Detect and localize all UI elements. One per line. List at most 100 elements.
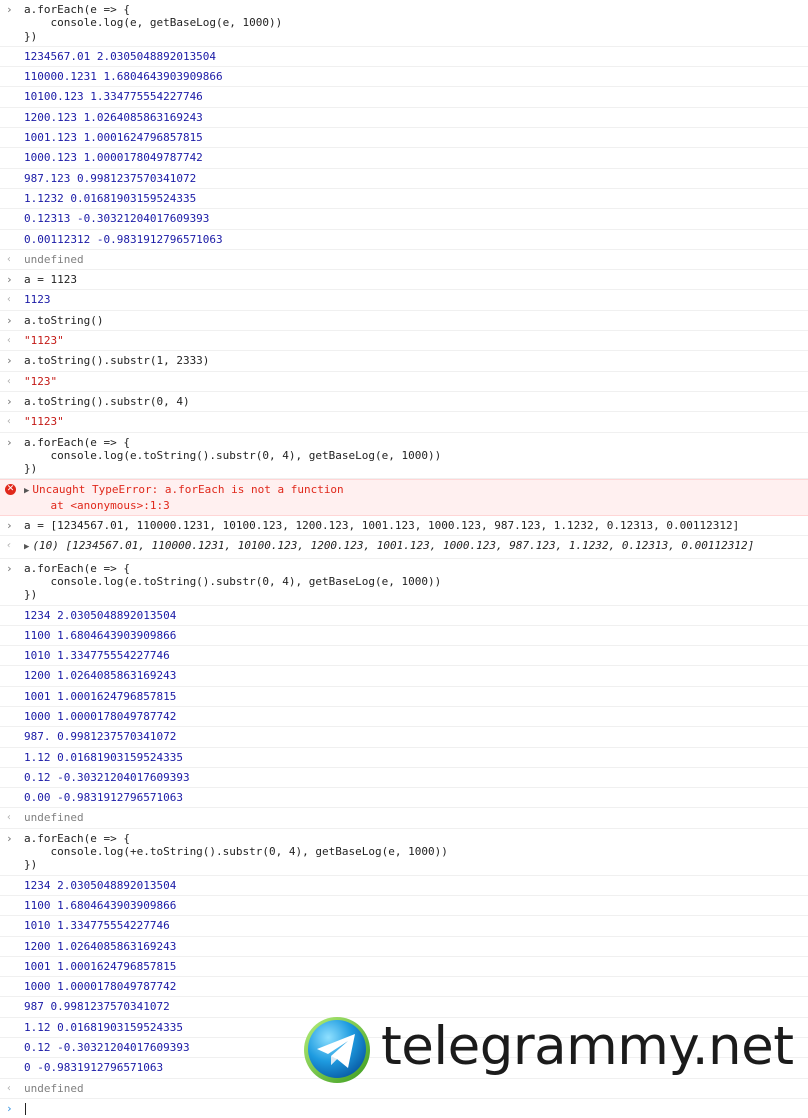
log-text: 1234 2.0305048892013504 — [24, 878, 177, 892]
result-text: "1123" — [24, 334, 64, 348]
log-line: 1.1232 0.01681903159524335 — [0, 189, 808, 210]
log-line: 1000 1.0000178049787742 — [0, 977, 808, 998]
input-code: a.forEach(e => { console.log(e, getBaseL… — [24, 3, 283, 43]
input-code: a.forEach(e => { console.log(e.toString(… — [24, 561, 442, 602]
log-text: 1100 1.6804643903909866 — [24, 628, 177, 642]
log-line: 1001 1.0001624796857815 — [0, 687, 808, 707]
console-input[interactable]: › a.forEach(e => { console.log(e.toString… — [0, 433, 808, 480]
console-result: ‹ "1123" — [0, 412, 808, 433]
expand-triangle-icon[interactable]: ▶ — [24, 542, 29, 552]
log-line: 0.12 -0.30321204017609393 — [0, 768, 808, 789]
input-chevron-icon: › — [6, 435, 13, 449]
console-input[interactable]: › a.forEach(e => { console.log(+e.toStrin… — [0, 829, 808, 876]
console-input[interactable]: › a = 1123 — [0, 270, 808, 291]
log-line: 1000.123 1.0000178049787742 — [0, 148, 808, 169]
log-line: 1001 1.0001624796857815 — [0, 957, 808, 978]
log-line: 1.12 0.01681903159524335 — [0, 748, 808, 768]
log-line: 1200 1.0264085863169243 — [0, 937, 808, 957]
log-text: 10100.123 1.334775554227746 — [24, 90, 203, 104]
console-result[interactable]: ‹ ▶ (10) [1234567.01, 110000.1231, 10100.1… — [0, 536, 808, 559]
log-line: 110000.1231 1.6804643903909866 — [0, 67, 808, 88]
log-text: 987 0.9981237570341072 — [24, 1000, 170, 1014]
console-input[interactable]: › a.forEach(e => { console.log(e, getBase… — [0, 0, 808, 47]
console-panel: › a.forEach(e => { console.log(e, getBase… — [0, 0, 808, 1118]
log-text: 0.00 -0.9831912796571063 — [24, 791, 183, 805]
log-line: 1234 2.0305048892013504 — [0, 876, 808, 896]
result-arrow-icon: ‹ — [6, 294, 13, 306]
input-chevron-icon: › — [6, 519, 13, 533]
log-text: 1001.123 1.0001624796857815 — [24, 131, 203, 145]
log-line: 1100 1.6804643903909866 — [0, 626, 808, 647]
log-line: 0.00112312 -0.9831912796571063 — [0, 230, 808, 250]
log-line: 0.12 -0.30321204017609393 — [0, 1038, 808, 1059]
input-code: a = [1234567.01, 110000.1231, 10100.123,… — [24, 519, 740, 533]
input-chevron-icon: › — [6, 394, 13, 408]
console-result: ‹ "123" — [0, 372, 808, 392]
input-code: a.toString().substr(1, 2333) — [24, 354, 210, 368]
error-icon: ✕ — [5, 484, 16, 496]
log-text: 0 -0.9831912796571063 — [24, 1061, 164, 1075]
input-chevron-icon: › — [6, 354, 13, 368]
console-input[interactable]: › a.forEach(e => { console.log(e.toString… — [0, 559, 808, 606]
prompt-chevron-icon: › — [6, 1101, 13, 1115]
log-text: 0.12 -0.30321204017609393 — [24, 770, 190, 784]
log-text: 1.12 0.01681903159524335 — [24, 750, 183, 764]
log-line: 1100 1.6804643903909866 — [0, 896, 808, 917]
result-text: "1123" — [24, 415, 64, 429]
log-line: 1000 1.0000178049787742 — [0, 707, 808, 728]
input-code: a.toString() — [24, 313, 104, 327]
console-input[interactable]: › a.toString() — [0, 311, 808, 332]
expand-triangle-icon[interactable]: ▶ — [24, 486, 29, 496]
console-result: ‹ undefined — [0, 808, 808, 829]
input-chevron-icon: › — [6, 273, 13, 287]
log-line: 987. 0.9981237570341072 — [0, 727, 808, 748]
console-input[interactable]: › a.toString().substr(0, 4) — [0, 392, 808, 413]
result-arrow-icon: ‹ — [6, 253, 13, 265]
log-line: 0.00 -0.9831912796571063 — [0, 788, 808, 809]
input-chevron-icon: › — [6, 561, 13, 575]
log-text: 1010 1.334775554227746 — [24, 649, 170, 663]
result-arrow-icon: ‹ — [6, 335, 13, 347]
result-text: "123" — [24, 374, 58, 388]
result-arrow-icon: ‹ — [6, 1082, 13, 1094]
log-text: 1000 1.0000178049787742 — [24, 709, 177, 723]
console-error[interactable]: ✕ ▶ Uncaught TypeError: a.forEach is not a… — [0, 479, 808, 517]
result-array: (10) [1234567.01, 110000.1231, 10100.123… — [32, 539, 755, 553]
log-text: 1234 2.0305048892013504 — [24, 608, 177, 622]
log-text: 1234567.01 2.0305048892013504 — [24, 49, 217, 63]
input-code: a.forEach(e => { console.log(+e.toString… — [24, 831, 448, 872]
log-line: 987 0.9981237570341072 — [0, 997, 808, 1018]
log-text: 1.12 0.01681903159524335 — [24, 1020, 183, 1034]
result-text: 1123 — [24, 293, 51, 307]
log-line: 987.123 0.9981237570341072 — [0, 169, 808, 189]
log-line: 1234 2.0305048892013504 — [0, 606, 808, 626]
result-arrow-icon: ‹ — [6, 812, 13, 824]
log-text: 1.1232 0.01681903159524335 — [24, 191, 197, 205]
log-line: 0.12313 -0.30321204017609393 — [0, 209, 808, 230]
log-text: 1100 1.6804643903909866 — [24, 898, 177, 912]
log-text: 110000.1231 1.6804643903909866 — [24, 70, 223, 84]
result-text: undefined — [24, 252, 84, 266]
console-result: ‹ 1123 — [0, 290, 808, 311]
log-line: 1.12 0.01681903159524335 — [0, 1018, 808, 1039]
log-line: 1200.123 1.0264085863169243 — [0, 108, 808, 129]
log-text: 0.00112312 -0.9831912796571063 — [24, 232, 223, 246]
log-text: 1200 1.0264085863169243 — [24, 939, 177, 953]
log-text: 0.12 -0.30321204017609393 — [24, 1041, 190, 1055]
log-line: 1001.123 1.0001624796857815 — [0, 128, 808, 149]
log-text: 1200.123 1.0264085863169243 — [24, 110, 203, 124]
result-text: undefined — [24, 1081, 84, 1095]
log-line: 1200 1.0264085863169243 — [0, 666, 808, 687]
log-text: 1001 1.0001624796857815 — [24, 959, 177, 973]
console-input[interactable]: › a.toString().substr(1, 2333) — [0, 351, 808, 372]
console-result: ‹ undefined — [0, 1079, 808, 1099]
error-text: Uncaught TypeError: a.forEach is not a f… — [32, 483, 344, 512]
input-chevron-icon: › — [6, 3, 13, 16]
log-text: 0.12313 -0.30321204017609393 — [24, 212, 210, 226]
log-text: 1000 1.0000178049787742 — [24, 980, 177, 994]
console-input[interactable]: › a = [1234567.01, 110000.1231, 10100.123… — [0, 516, 808, 537]
console-prompt-input[interactable]: › — [0, 1099, 808, 1118]
log-text: 1200 1.0264085863169243 — [24, 669, 177, 683]
log-line: 1010 1.334775554227746 — [0, 916, 808, 937]
log-line: 1234567.01 2.0305048892013504 — [0, 47, 808, 68]
